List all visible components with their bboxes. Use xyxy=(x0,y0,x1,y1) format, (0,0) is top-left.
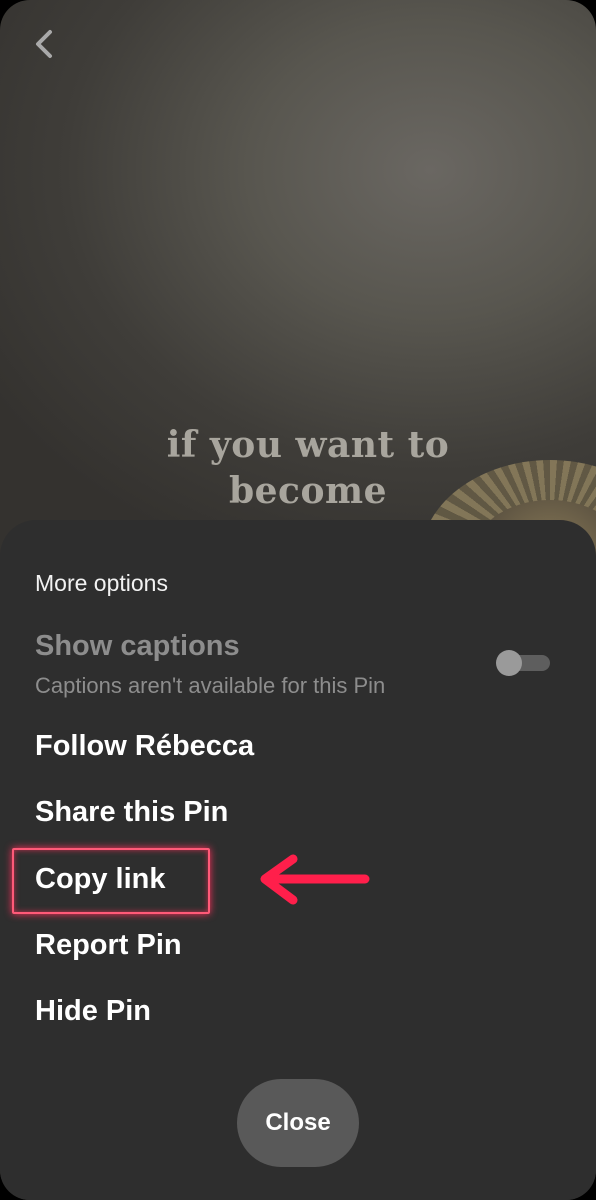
share-pin-option[interactable]: Share this Pin xyxy=(35,796,228,829)
pin-screen: if you want to become More options Show … xyxy=(0,0,596,1200)
close-button[interactable]: Close xyxy=(237,1079,359,1167)
copy-link-highlight xyxy=(12,848,210,914)
close-button-label: Close xyxy=(265,1109,331,1136)
arrow-left-icon xyxy=(260,854,370,905)
caption-line-1: if you want to xyxy=(166,424,450,466)
show-captions-label: Show captions xyxy=(35,630,240,662)
video-caption: if you want to become xyxy=(0,422,596,514)
show-captions-toggle[interactable] xyxy=(496,650,550,676)
show-captions-description: Captions aren't available for this Pin xyxy=(35,673,386,698)
report-pin-option[interactable]: Report Pin xyxy=(35,929,182,962)
sheet-title: More options xyxy=(35,570,168,596)
caption-line-2: become xyxy=(228,470,387,512)
hide-pin-option[interactable]: Hide Pin xyxy=(35,995,151,1028)
back-button[interactable] xyxy=(22,22,66,66)
toggle-knob xyxy=(496,650,522,676)
chevron-left-icon xyxy=(36,30,52,58)
follow-user-option[interactable]: Follow Rébecca xyxy=(35,730,254,763)
